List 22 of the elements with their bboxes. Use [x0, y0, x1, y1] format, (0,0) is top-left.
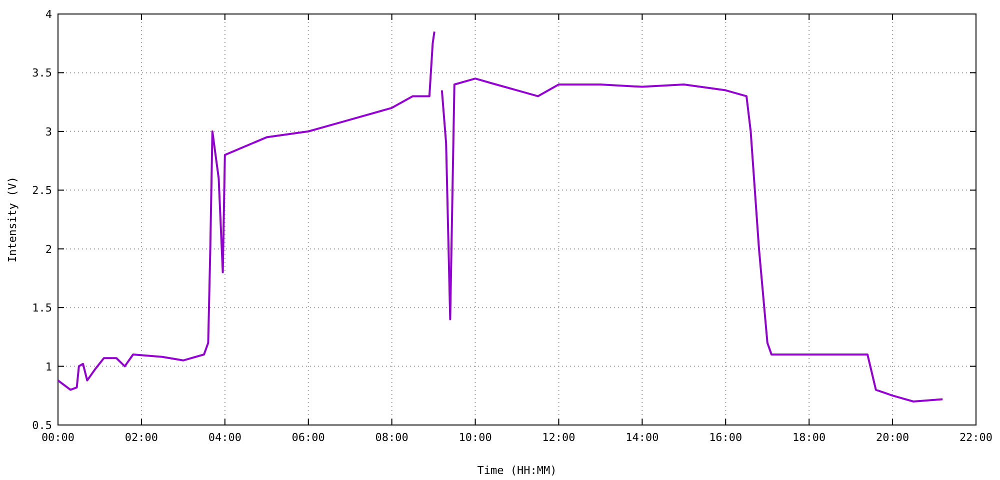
x-tick-label: 22:00: [959, 431, 993, 444]
x-tick-label: 12:00: [542, 431, 576, 444]
y-tick-label: 1.5: [32, 302, 52, 315]
y-tick-label: 2.5: [32, 184, 52, 198]
x-tick-label: 08:00: [375, 431, 408, 444]
x-tick-label: 04:00: [208, 431, 242, 444]
x-tick-label: 14:00: [626, 431, 659, 444]
x-tick-label: 00:00: [41, 431, 75, 444]
y-tick-label: 0.5: [32, 419, 52, 432]
y-tick-label: 3: [45, 125, 52, 138]
y-tick-label: 4: [45, 8, 52, 21]
y-axis-title: Intensity (V): [6, 176, 19, 263]
x-tick-label: 16:00: [709, 431, 742, 444]
x-axis-title: Time (HH:MM): [477, 464, 557, 477]
x-tick-label: 10:00: [458, 431, 492, 444]
y-tick-label: 1: [45, 360, 52, 374]
x-tick-label: 18:00: [792, 431, 826, 444]
x-tick-label: 02:00: [124, 431, 158, 444]
y-tick-label: 3.5: [32, 66, 52, 80]
x-tick-label: 20:00: [876, 431, 910, 444]
y-tick-label: 2: [45, 242, 52, 256]
x-tick-label: 06:00: [292, 431, 325, 444]
